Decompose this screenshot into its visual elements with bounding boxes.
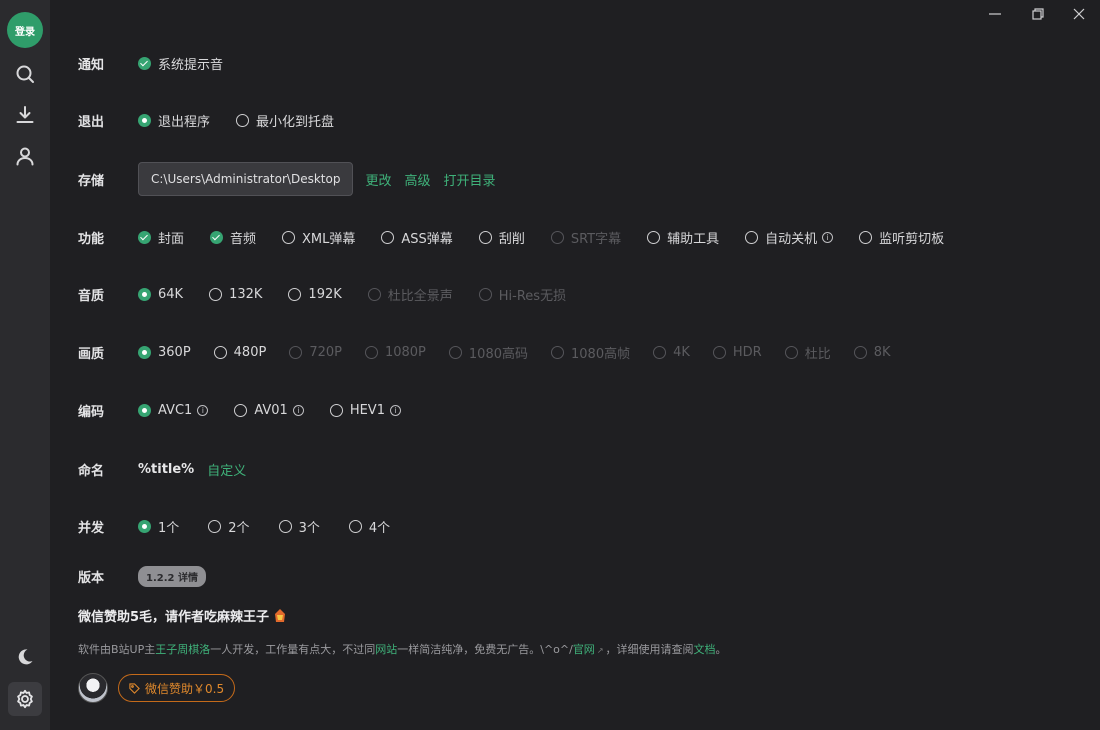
exit-program-radio[interactable]: 退出程序	[138, 111, 210, 130]
website-link[interactable]: 网站	[375, 643, 397, 656]
gear-icon[interactable]	[8, 682, 42, 716]
search-icon[interactable]	[12, 61, 38, 87]
storage-path-field[interactable]: C:\Users\Administrator\Desktop	[138, 162, 354, 196]
feature-scrape[interactable]: 刮削	[478, 228, 525, 247]
restore-icon[interactable]	[1027, 4, 1049, 24]
info-icon[interactable]: i	[197, 404, 209, 416]
download-icon[interactable]	[12, 102, 38, 128]
sidebar: 登录	[0, 0, 50, 730]
features-row: 功能 封面 音频 XML弹幕 ASS弹幕 刮削 SRT字幕 辅助工具 自动关机 i…	[78, 225, 970, 249]
naming-row: 命名 %title% 自定义	[78, 457, 259, 481]
video-dolby-radio: 杜比	[784, 343, 831, 362]
author-link[interactable]: 王子周棋洛	[155, 643, 210, 656]
features-label: 功能	[78, 231, 105, 247]
audio-dolby-atmos-radio: 杜比全景声	[367, 285, 453, 304]
minimize-icon[interactable]	[984, 4, 1006, 24]
login-button[interactable]: 登录	[7, 12, 43, 48]
codec-avc1-radio[interactable]: AVC1 i	[138, 403, 209, 418]
video-720p-radio: 720P	[289, 345, 342, 360]
feature-audio-checkbox[interactable]: 音频	[210, 228, 256, 247]
open-folder-link[interactable]: 打开目录	[443, 170, 495, 189]
feature-auto-shutdown[interactable]: 自动关机 i	[745, 228, 834, 247]
video-8k-radio: 8K	[853, 345, 891, 360]
info-icon[interactable]: i	[389, 404, 401, 416]
video-360p-radio[interactable]: 360P	[138, 345, 191, 360]
feature-tools[interactable]: 辅助工具	[647, 228, 719, 247]
video-quality-label: 画质	[78, 346, 105, 362]
version-row: 版本 1.2.2 详情	[78, 564, 206, 588]
user-icon[interactable]	[12, 143, 38, 169]
wechat-sponsor-button[interactable]: 微信赞助￥0.5	[118, 674, 236, 702]
feature-xml-danmaku[interactable]: XML弹幕	[282, 228, 355, 247]
concurrency-2-radio[interactable]: 2个	[208, 517, 250, 536]
notify-label: 通知	[78, 57, 105, 73]
video-hdr-radio: HDR	[712, 345, 762, 360]
version-label: 版本	[78, 570, 105, 586]
close-icon[interactable]	[1068, 4, 1090, 24]
video-480p-radio[interactable]: 480P	[213, 345, 266, 360]
concurrency-label: 并发	[78, 520, 105, 536]
change-path-link[interactable]: 更改	[365, 170, 391, 189]
about-description: 软件由B站UP主王子周棋洛一人开发，工作量有点大，不过同网站一样简洁纯净，免费无…	[78, 643, 727, 656]
feature-ass-danmaku[interactable]: ASS弹幕	[381, 228, 453, 247]
system-sound-checkbox[interactable]: 系统提示音	[138, 54, 223, 73]
storage-label: 存储	[78, 173, 105, 189]
audio-hires-radio: Hi-Res无损	[478, 285, 566, 304]
video-4k-radio: 4K	[653, 345, 690, 360]
codec-row: 编码 AVC1 i AV01 i HEV1 i	[78, 398, 427, 422]
info-icon[interactable]: i	[822, 231, 834, 243]
official-site-link[interactable]: 官网	[573, 643, 595, 656]
tag-icon	[129, 682, 140, 694]
author-avatar[interactable]	[78, 673, 108, 703]
sponsor-title: 微信赞助5毛，请作者吃麻辣王子	[78, 606, 288, 625]
advanced-link[interactable]: 高级	[404, 170, 430, 189]
exit-row: 退出 退出程序 最小化到托盘	[78, 108, 360, 132]
external-link-icon: ↗	[596, 646, 604, 655]
audio-quality-row: 音质 64K 132K 192K 杜比全景声 Hi-Res无损	[78, 282, 592, 306]
concurrency-4-radio[interactable]: 4个	[348, 517, 390, 536]
storage-row: 存储 C:\Users\Administrator\Desktop 更改 高级 …	[78, 162, 509, 196]
naming-label: 命名	[78, 463, 105, 479]
info-icon[interactable]: i	[292, 404, 304, 416]
video-quality-row: 画质 360P 480P 720P 1080P 1080高码 1080高帧 4K…	[78, 340, 891, 364]
audio-132k-radio[interactable]: 132K	[209, 287, 262, 302]
check-icon	[138, 56, 151, 70]
concurrency-3-radio[interactable]: 3个	[278, 517, 320, 536]
snack-icon	[275, 608, 286, 622]
minimize-tray-radio[interactable]: 最小化到托盘	[236, 111, 334, 130]
concurrency-1-radio[interactable]: 1个	[138, 517, 179, 536]
version-badge[interactable]: 1.2.2 详情	[138, 565, 206, 587]
audio-192k-radio[interactable]: 192K	[288, 287, 342, 302]
audio-64k-radio[interactable]: 64K	[138, 287, 183, 302]
docs-link[interactable]: 文档	[694, 643, 716, 656]
moon-icon[interactable]	[12, 644, 38, 670]
notify-row: 通知 系统提示音	[78, 51, 249, 75]
exit-label: 退出	[78, 114, 105, 130]
feature-cover-checkbox[interactable]: 封面	[138, 228, 184, 247]
naming-pattern: %title%	[138, 461, 195, 477]
naming-customize-link[interactable]: 自定义	[207, 460, 246, 479]
codec-hev1-radio[interactable]: HEV1 i	[329, 403, 401, 418]
video-1080p-radio: 1080P	[364, 345, 426, 360]
video-1080-highbitrate-radio: 1080高码	[448, 343, 528, 362]
audio-quality-label: 音质	[78, 288, 105, 304]
feature-clipboard-monitor[interactable]: 监听剪切板	[859, 228, 944, 247]
feature-srt-subtitle: SRT字幕	[550, 228, 621, 247]
concurrency-row: 并发 1个 2个 3个 4个	[78, 514, 416, 538]
title-bar	[50, 0, 1100, 28]
codec-av01-radio[interactable]: AV01 i	[234, 403, 304, 418]
video-1080-highfps-radio: 1080高帧	[551, 343, 630, 362]
codec-label: 编码	[78, 404, 105, 420]
